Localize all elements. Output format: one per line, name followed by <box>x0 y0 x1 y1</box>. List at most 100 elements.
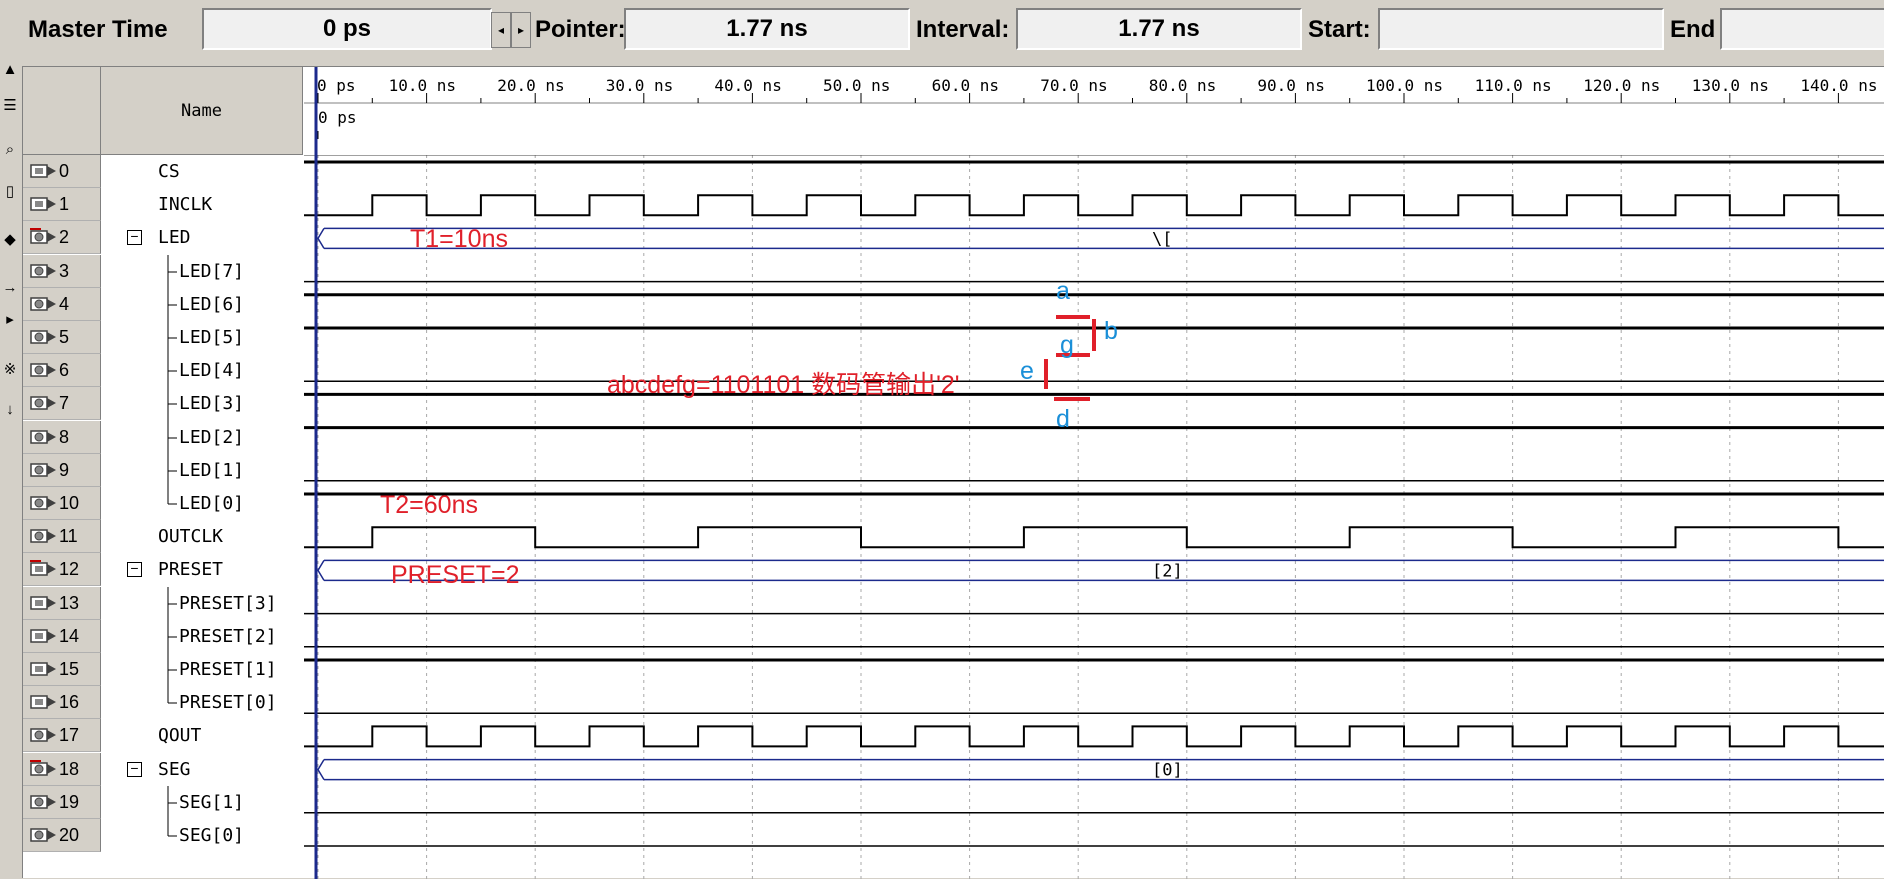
collapse-group-icon[interactable]: − <box>127 761 142 777</box>
ruler-tick-label: 110.0 ns <box>1475 76 1552 95</box>
node-id: 1 <box>59 194 70 215</box>
text-tool-icon[interactable]: ☰ <box>1 96 19 116</box>
node-id-cell[interactable]: 6 <box>23 354 101 388</box>
seg-a-label: a <box>1056 277 1070 305</box>
collapse-group-icon[interactable]: − <box>127 229 142 246</box>
node-id-cell[interactable]: 3 <box>23 254 101 288</box>
node-id-cell[interactable]: 16 <box>23 686 101 720</box>
node-name[interactable]: PRESET[3] <box>179 593 277 614</box>
name-column-header: Name <box>101 67 303 155</box>
tree-branch-icon <box>167 321 177 355</box>
tree-branch-icon <box>167 487 177 505</box>
node-name[interactable]: INCLK <box>158 194 212 215</box>
node-name[interactable]: PRESET[1] <box>179 659 277 680</box>
node-id-cell[interactable]: 4 <box>23 287 101 321</box>
node-name[interactable]: LED[5] <box>179 327 244 348</box>
node-id: 17 <box>59 725 80 746</box>
node-name[interactable]: SEG[1] <box>179 792 244 813</box>
tree-branch-icon <box>167 354 177 389</box>
node-id-cell[interactable]: 5 <box>23 321 101 354</box>
t2-annotation: T2=60ns <box>380 491 478 519</box>
input-pin-icon <box>30 695 56 709</box>
node-name[interactable]: CS <box>158 161 180 182</box>
node-id-cell[interactable]: 17 <box>23 719 101 753</box>
node-id-cell[interactable]: 12 <box>23 553 101 587</box>
ruler-tick-label: 130.0 ns <box>1692 76 1769 95</box>
pointer-tool-icon[interactable]: ▲ <box>1 60 19 80</box>
node-name[interactable]: PRESET <box>158 559 223 580</box>
node-id-cell[interactable]: 15 <box>23 653 101 686</box>
output-pin-icon <box>30 263 56 278</box>
ruler-tick-label: 140.0 ns <box>1800 76 1877 95</box>
node-name[interactable]: PRESET[2] <box>179 626 277 647</box>
waveform-canvas[interactable]: 0 ps 0 ps 10.0 ns 20.0 ns 30.0 ns 40.0 ns 50.0… <box>304 67 1884 879</box>
node-id: 0 <box>59 161 70 181</box>
spin-right-button[interactable]: ▸ <box>511 12 531 48</box>
node-name[interactable]: LED[1] <box>179 460 244 481</box>
node-id-cell[interactable]: 13 <box>23 586 101 620</box>
node-id: 6 <box>59 360 70 381</box>
node-id: 10 <box>59 493 80 513</box>
group-tool-icon[interactable]: ※ <box>1 360 19 380</box>
ruler-tick-label: 40.0 ns <box>714 76 781 95</box>
interval-label: Interval: <box>916 16 1010 43</box>
node-id-cell[interactable]: 18 <box>23 752 101 786</box>
node-id-cell[interactable]: 1 <box>23 188 101 222</box>
interval-field[interactable]: 1.77 ns <box>1016 8 1302 50</box>
node-id-cell[interactable]: 14 <box>23 619 101 653</box>
zoom-tool-icon[interactable]: ⌕ <box>1 140 19 160</box>
node-id: 14 <box>59 625 80 646</box>
node-name[interactable]: QOUT <box>158 725 201 746</box>
lock-tool-icon[interactable]: ◆ <box>1 230 19 250</box>
node-id-cell[interactable]: 10 <box>23 487 101 520</box>
output-pin-icon <box>30 795 56 809</box>
bus-value-label: [2] <box>1152 561 1183 581</box>
node-name[interactable]: LED[0] <box>179 493 244 514</box>
node-id-cell[interactable]: 19 <box>23 785 101 819</box>
input-pin-icon <box>30 629 56 643</box>
seg-b-label: b <box>1104 317 1118 345</box>
node-name[interactable]: PRESET[0] <box>179 692 277 713</box>
pointer-field[interactable]: 1.77 ns <box>624 8 910 50</box>
node-id-cell[interactable]: 2 <box>23 221 101 255</box>
node-name[interactable]: LED[3] <box>179 393 244 414</box>
bus-start-mark <box>317 560 325 581</box>
ruler-tick-label: 120.0 ns <box>1583 76 1660 95</box>
tree-branch-icon <box>167 653 177 687</box>
page-tool-icon[interactable]: ▯ <box>1 182 19 202</box>
node-name[interactable]: SEG[0] <box>179 825 244 846</box>
node-name[interactable]: LED <box>158 227 191 248</box>
start-field[interactable] <box>1378 8 1664 50</box>
output-pin-icon <box>30 429 56 444</box>
node-name[interactable]: LED[4] <box>179 360 244 381</box>
collapse-group-icon[interactable]: − <box>127 561 142 578</box>
node-id-cell[interactable]: 7 <box>23 387 101 421</box>
spin-left-button[interactable]: ◂ <box>491 12 511 48</box>
arrow-right-tool-icon[interactable]: → <box>1 278 19 298</box>
node-name[interactable]: LED[6] <box>179 294 244 315</box>
tree-branch-icon <box>167 387 177 422</box>
outclk-waveform <box>304 526 1884 549</box>
node-id-cell[interactable]: 0 <box>23 155 101 188</box>
node-id-cell[interactable]: 9 <box>23 453 101 487</box>
seg-e-label: e <box>1020 357 1034 385</box>
node-name[interactable]: LED[7] <box>179 261 244 282</box>
output-pin-icon <box>30 363 56 377</box>
node-id-cell[interactable]: 11 <box>23 520 101 554</box>
start-label: Start: <box>1308 16 1371 43</box>
tree-branch-icon <box>167 254 177 289</box>
node-id: 18 <box>59 758 80 779</box>
sort-tool-icon[interactable]: ↓ <box>1 400 19 420</box>
node-id-cell[interactable]: 8 <box>23 420 101 454</box>
output-pin-icon <box>30 463 56 477</box>
waveform-area[interactable]: 0 ps 0 ps 10.0 ns 20.0 ns 30.0 ns 40.0 ns 50.0… <box>304 66 1884 879</box>
t1-annotation: T1=10ns <box>410 225 508 253</box>
master-time-field[interactable]: 0 ps <box>202 8 492 50</box>
node-name[interactable]: OUTCLK <box>158 526 223 547</box>
end-field[interactable] <box>1720 8 1884 50</box>
overwrite-tool-icon[interactable]: ▸ <box>1 310 19 330</box>
id-column-header <box>23 67 101 155</box>
node-name[interactable]: SEG <box>158 759 191 780</box>
node-name[interactable]: LED[2] <box>179 427 244 448</box>
node-id-cell[interactable]: 20 <box>23 819 101 852</box>
